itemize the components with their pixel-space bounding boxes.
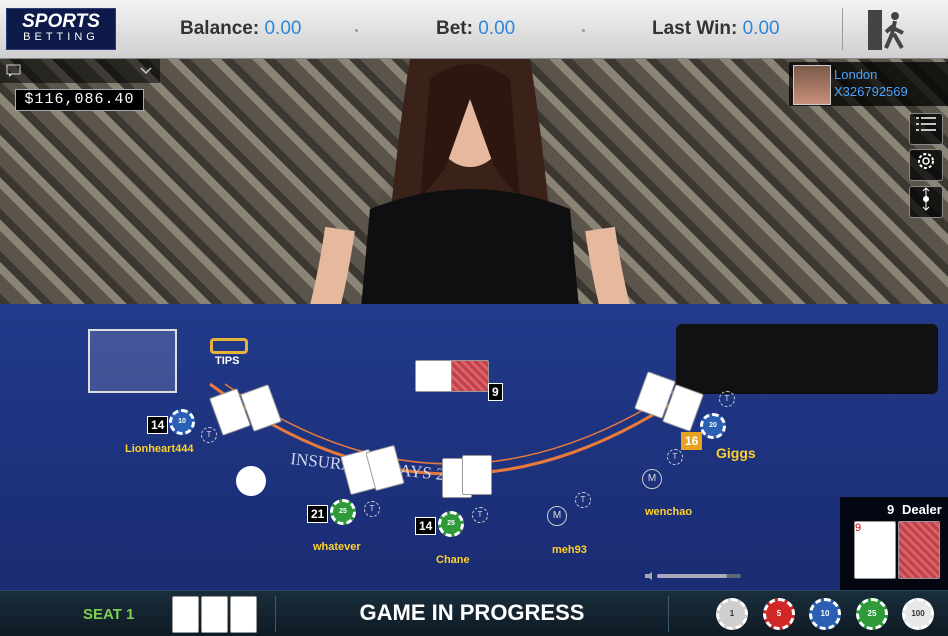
empty-seat-marker[interactable]: M [547,506,567,526]
bet-value: 0.00 [478,18,516,39]
dealer-hand-total: 9 [488,383,503,401]
separator-dot [355,29,358,32]
dealer-hand-panel: 9 Dealer 9 [840,497,948,590]
player-name: Lionheart444 [125,443,194,455]
dealer-location: London [834,67,878,82]
chat-icon[interactable] [6,64,22,78]
camera-zoom-icon [922,187,930,211]
dealer-panel-card-back [898,521,940,579]
chip-1-button[interactable]: 1 [716,598,748,630]
game-status: GAME IN PROGRESS [359,600,585,625]
dealer-card-back [451,360,489,392]
bet-stat: Bet: 0.00 [436,18,515,40]
dealer-figure [306,59,634,319]
card-rank: 9 [855,522,862,534]
chip-10-button[interactable]: 10 [809,598,841,630]
chip-5-button[interactable]: 5 [763,598,795,630]
chip-100-button[interactable]: 100 [902,598,934,630]
chevron-down-icon[interactable] [140,67,152,75]
player-hand-total: 21 [307,505,329,523]
tip-circle[interactable]: T [201,427,217,443]
player-name: wenchao [645,506,693,518]
tip-circle[interactable]: T [364,501,380,517]
bet-label: Bet: [436,18,473,39]
sports-betting-logo: SPORTS BETTING [6,8,116,50]
settings-gear-icon [918,153,934,169]
logo-text-top: SPORTS [22,11,100,32]
player-balance-display: $116,086.40 [15,89,144,111]
dealer-panel-card: 9 [854,521,896,579]
player-name: whatever [313,541,361,553]
logo-text-bottom: BETTING [23,31,99,43]
camera-zoom-button[interactable] [909,186,943,218]
player-name-highlight: Giggs [716,445,756,461]
tip-circle[interactable]: T [719,391,735,407]
bottom-bar: SEAT 1 GAME IN PROGRESS 1 5 10 25 100 [0,590,948,636]
empty-seat-marker[interactable]: M [642,469,662,489]
dealer-panel-total: 9 [887,502,895,517]
volume-slider[interactable] [645,572,741,580]
tips-button[interactable] [210,338,248,354]
player-bet-chip: 20 [700,413,726,439]
user-panel: London X326792569 [789,62,948,106]
menu-list-icon [916,117,936,131]
tip-circle[interactable]: T [472,507,488,523]
seat-label: SEAT 1 [83,606,135,623]
chip-25-button[interactable]: 25 [856,598,888,630]
tip-circle[interactable]: T [575,492,591,508]
balance-stat: Balance: 0.00 [180,18,301,40]
dealer-card-face [415,360,453,392]
player-name: Chane [436,554,470,566]
last-win-stat: Last Win: 0.00 [652,18,780,40]
player-bet-chip: 10 [169,409,195,435]
dealer-avatar [793,65,831,105]
tips-label: TIPS [215,355,240,367]
dealer-panel-label: Dealer [902,502,942,517]
player-hand-total: 16 [681,432,703,450]
chat-bar[interactable] [0,59,160,83]
seat-avatar-icon[interactable] [236,466,266,496]
table-id: X326792569 [834,84,908,99]
my-hand-card [201,596,228,633]
player-hand-total: 14 [147,416,169,434]
top-bar: SPORTS BETTING Balance: 0.00 Bet: 0.00 L… [0,0,948,59]
player-card [462,455,492,495]
player-hand-total: 14 [415,517,437,535]
separator-dot [582,29,585,32]
tip-circle[interactable]: T [667,449,683,465]
last-win-value: 0.00 [742,18,780,39]
player-bet-chip: 25 [438,511,464,537]
last-win-label: Last Win: [652,18,738,39]
player-bet-chip: 25 [330,499,356,525]
card-shoe [676,324,938,394]
exit-door-icon[interactable] [866,8,910,52]
my-hand-card [230,596,257,633]
menu-list-button[interactable] [909,113,943,145]
balance-value: 0.00 [264,18,302,39]
my-hand-card [172,596,199,633]
balance-label: Balance: [180,18,260,39]
discard-tray [88,329,177,393]
divider [668,596,669,632]
player-name: meh93 [552,544,587,556]
settings-button[interactable] [909,149,943,181]
exit-divider [842,8,843,50]
